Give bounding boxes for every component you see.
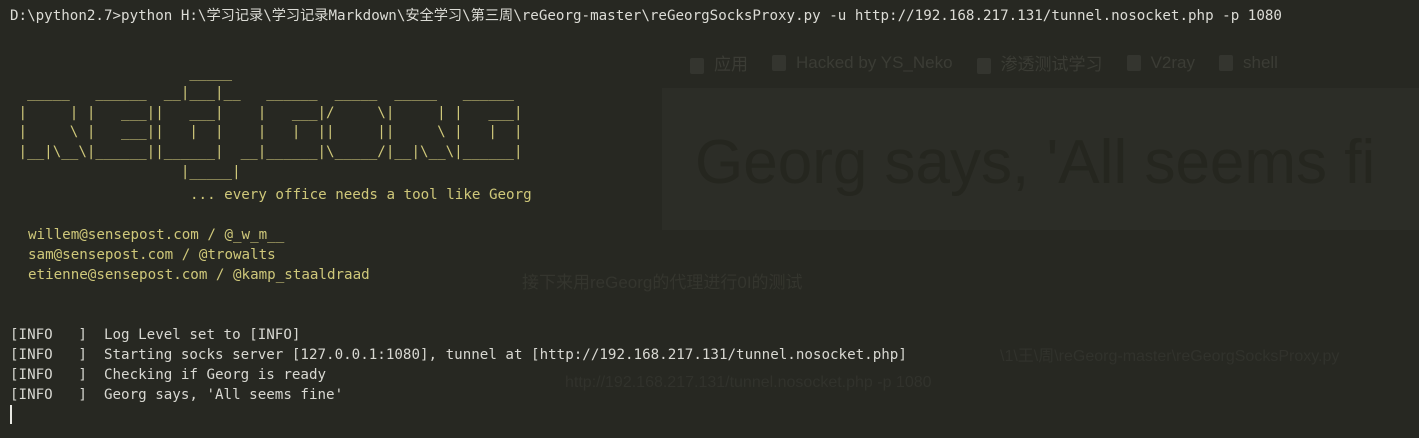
- log-line: [INFO ] Checking if Georg is ready: [10, 367, 327, 383]
- credit-line: willem@sensepost.com / @_w_m__: [28, 227, 285, 243]
- credit-line: etienne@sensepost.com / @kamp_staaldraad: [28, 267, 370, 283]
- credit-line: sam@sensepost.com / @trowalts: [28, 247, 276, 263]
- command-line: D:\python2.7>python H:\学习记录\学习记录Markdown…: [10, 8, 1282, 24]
- log-line: [INFO ] Starting socks server [127.0.0.1…: [10, 347, 907, 363]
- log-line: [INFO ] Log Level set to [INFO]: [10, 327, 301, 343]
- banner-tagline: ... every office needs a tool like Georg: [190, 187, 532, 203]
- log-line: [INFO ] Georg says, 'All seems fine': [10, 387, 344, 403]
- text-cursor[interactable]: [10, 405, 12, 424]
- regeorg-banner-art: _____ _____ ______ __|___|__ ______ ____…: [18, 65, 523, 180]
- terminal-window[interactable]: D:\python2.7>python H:\学习记录\学习记录Markdown…: [0, 0, 1419, 438]
